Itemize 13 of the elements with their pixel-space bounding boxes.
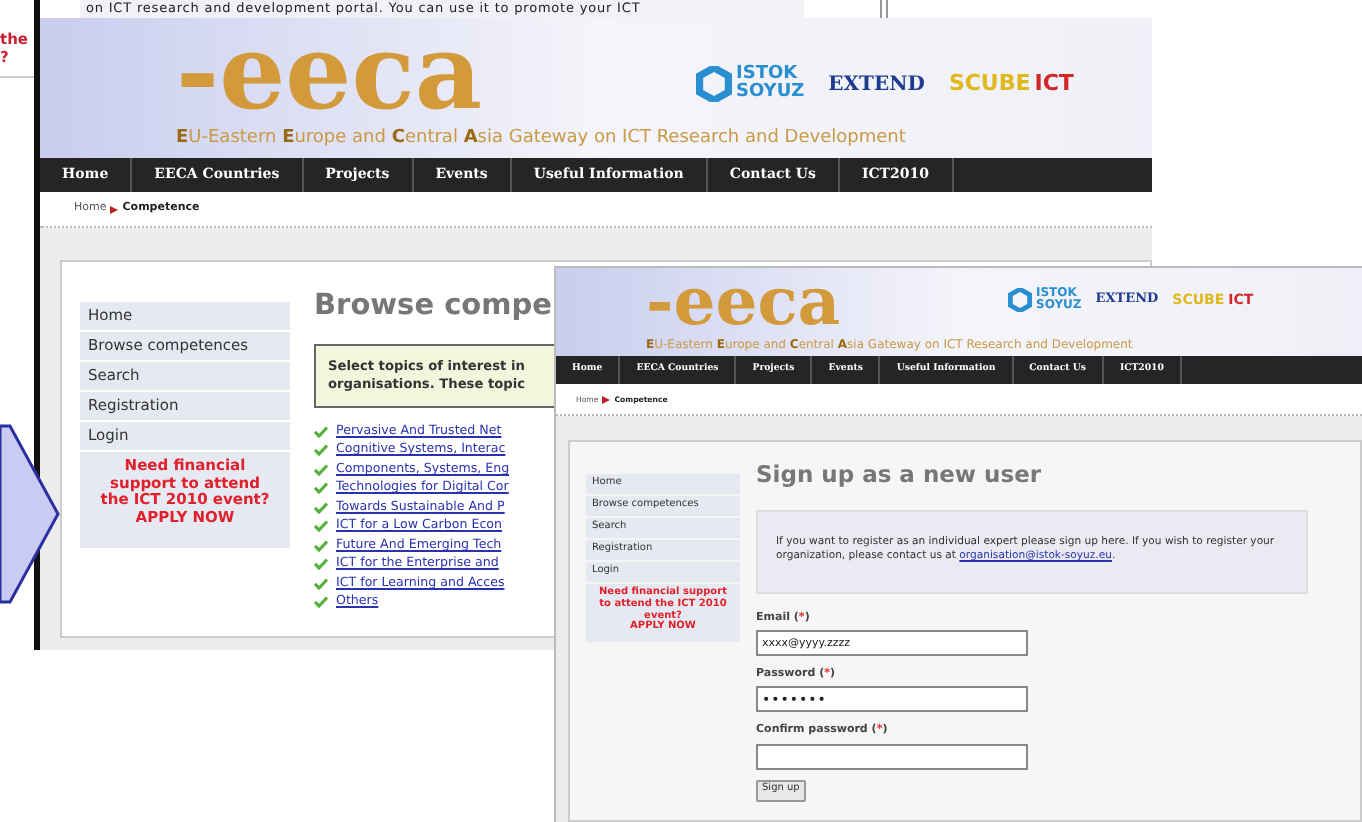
page-title: Browse compe (314, 290, 554, 322)
hexagon-icon (1008, 288, 1032, 312)
extend-logo: EXTEND (828, 71, 925, 99)
eeca-logo: -eeca (646, 268, 841, 334)
tagline: EU-Eastern Europe and Central Asia Gateway on ICT Research and Development (176, 126, 906, 152)
input-field[interactable] (756, 743, 1028, 770)
chevron-icon (602, 395, 611, 403)
eeca-logo: -eeca (176, 22, 483, 126)
page-title: Sign up as a new user (756, 464, 1044, 487)
partner-logo: ISTOK SOYUZ (696, 66, 805, 102)
chevron-icon (110, 205, 119, 213)
hexagon-icon (696, 66, 732, 102)
scube-logo: SCUBE ICT (948, 67, 1074, 100)
